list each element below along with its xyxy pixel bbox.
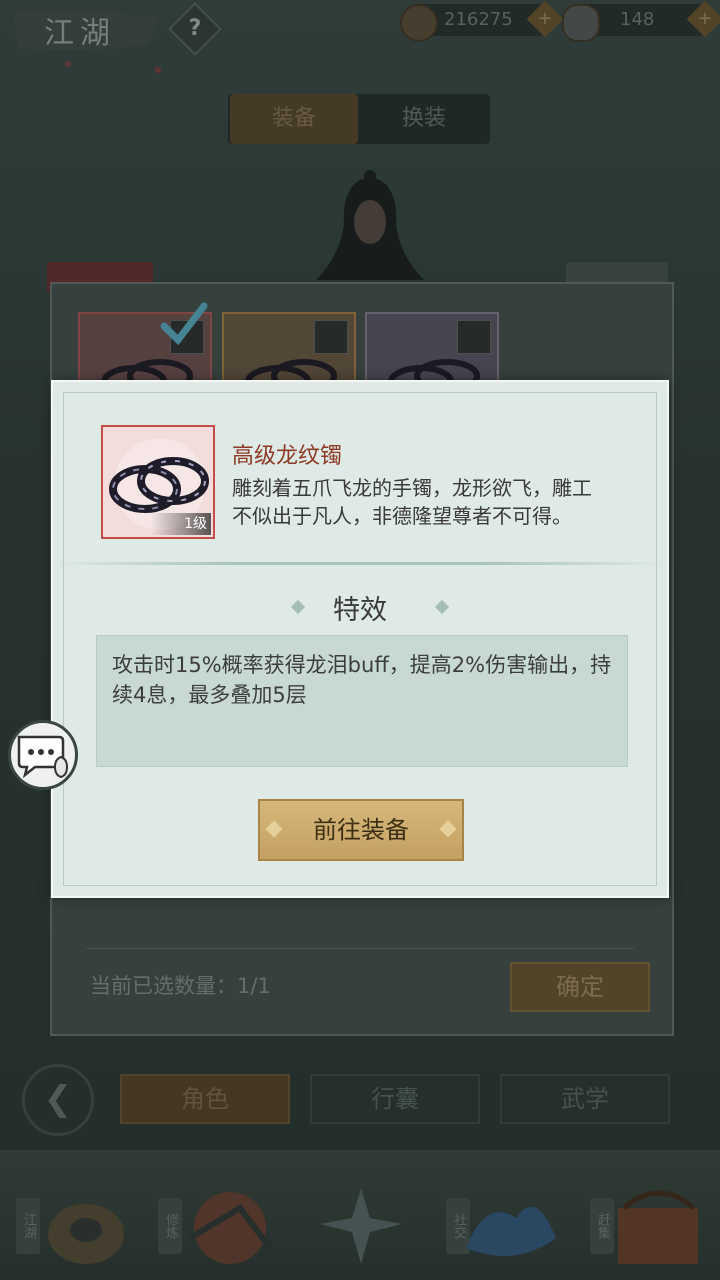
chat-bubble-icon [17,735,69,779]
goto-equip-button[interactable]: 前往装备 [258,799,464,861]
item-level-badge: 1级 [151,513,211,535]
effect-text: 攻击时15%概率获得龙泪buff，提高2%伤害输出，持续4息，最多叠加5层 [112,653,612,707]
effect-box: 攻击时15%概率获得龙泪buff，提高2%伤害输出，持续4息，最多叠加5层 [96,635,628,767]
item-icon-frame: 1级 [101,425,215,539]
item-detail-dialog: 1级 高级龙纹镯 雕刻着五爪飞龙的手镯，龙形欲飞，雕工不似出于凡人，非德隆望尊者… [51,380,669,898]
chat-float-button[interactable] [8,720,78,790]
item-description: 雕刻着五爪飞龙的手镯，龙形欲飞，雕工不似出于凡人，非德隆望尊者不可得。 [232,476,592,528]
item-name: 高级龙纹镯 [232,444,343,469]
section-divider [53,562,667,565]
effect-title: 特效 [333,595,387,626]
